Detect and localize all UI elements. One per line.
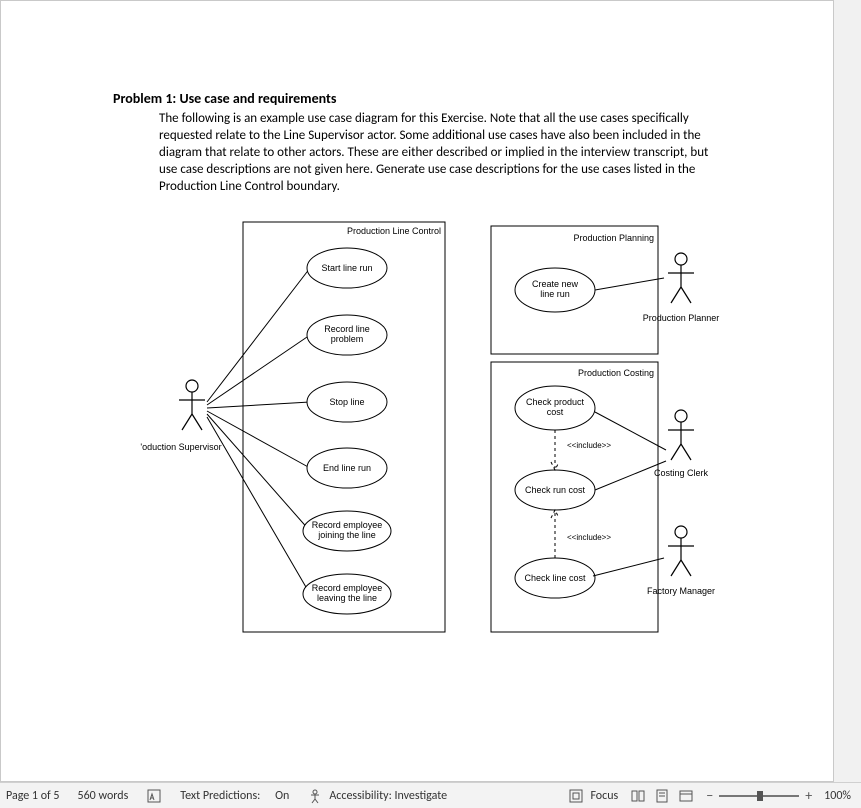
- status-word-count[interactable]: 560 words: [78, 789, 129, 803]
- assoc-manager-line: [593, 558, 664, 576]
- vertical-scrollbar[interactable]: [834, 0, 861, 782]
- actor-production-planner: [668, 253, 694, 303]
- actor-factory-manager: [668, 526, 694, 576]
- uc-check-line-cost: Check line cost: [515, 558, 595, 598]
- stereotype-include-1: <<include>>: [567, 441, 611, 450]
- svg-text:End line run: End line run: [323, 463, 371, 473]
- uc-check-run-cost: Check run cost: [515, 470, 595, 510]
- print-layout-icon[interactable]: [654, 788, 670, 804]
- actor-factory-manager-label: Factory Manager: [647, 586, 715, 596]
- status-accessibility[interactable]: Accessibility: Investigate: [307, 788, 447, 804]
- svg-text:leaving the line: leaving the line: [317, 593, 377, 603]
- zoom-slider-track[interactable]: [719, 795, 799, 797]
- zoom-slider-thumb[interactable]: [757, 791, 763, 801]
- svg-text:cost: cost: [547, 407, 564, 417]
- status-spellcheck[interactable]: [146, 788, 162, 804]
- svg-text:Start line run: Start line run: [321, 263, 372, 273]
- status-text-predictions-value: On: [275, 789, 289, 803]
- accessibility-icon: [307, 788, 323, 804]
- status-accessibility-label: Accessibility: Investigate: [329, 789, 447, 803]
- assoc-planner-create: [595, 278, 664, 290]
- actor-production-supervisor: [179, 380, 205, 430]
- include-product-to-run: [551, 430, 559, 470]
- boundary-line-control-label: Production Line Control: [347, 226, 441, 236]
- svg-text:Record line: Record line: [324, 324, 370, 334]
- zoom-out-button[interactable]: −: [706, 787, 713, 804]
- document-content: Problem 1: Use case and requirements The…: [0, 0, 834, 782]
- uc-stop-line: Stop line: [307, 382, 387, 422]
- svg-text:Create new: Create new: [532, 279, 579, 289]
- body-paragraph: The following is an example use case dia…: [159, 110, 719, 195]
- svg-text:line run: line run: [540, 289, 570, 299]
- boundary-planning-label: Production Planning: [573, 233, 654, 243]
- zoom-control[interactable]: − +: [706, 787, 812, 804]
- actor-production-planner-label: Production Planner: [643, 313, 720, 323]
- web-layout-icon[interactable]: [678, 788, 694, 804]
- svg-text:joining the line: joining the line: [317, 530, 376, 540]
- read-mode-icon[interactable]: [630, 788, 646, 804]
- svg-text:Record employee: Record employee: [312, 583, 383, 593]
- uc-record-line-problem: Record line problem: [307, 315, 387, 355]
- include-line-to-run: [551, 510, 559, 558]
- focus-mode-button[interactable]: Focus: [568, 788, 618, 804]
- zoom-level[interactable]: 100%: [824, 789, 851, 803]
- zoom-in-button[interactable]: +: [805, 787, 812, 804]
- actor-costing-clerk-label: Costing Clerk: [654, 468, 709, 478]
- svg-text:Check product: Check product: [526, 397, 585, 407]
- svg-text:Check line cost: Check line cost: [524, 573, 586, 583]
- uc-start-line-run: Start line run: [307, 248, 387, 288]
- supervisor-associations: [207, 268, 310, 594]
- uc-end-line-run: End line run: [307, 448, 387, 488]
- focus-icon: [568, 788, 584, 804]
- actor-costing-clerk: [668, 410, 694, 460]
- svg-text:Record employee: Record employee: [312, 520, 383, 530]
- status-text-predictions[interactable]: Text Predictions: On: [180, 789, 289, 803]
- spellcheck-icon: [146, 788, 162, 804]
- uc-record-employee-join: Record employee joining the line: [303, 511, 391, 551]
- use-case-diagram: Production Line Control Production Plann…: [135, 218, 745, 638]
- uc-record-employee-leave: Record employee leaving the line: [303, 574, 391, 614]
- status-bar: Page 1 of 5 560 words Text Predictions: …: [0, 782, 861, 808]
- status-page[interactable]: Page 1 of 5: [6, 789, 60, 803]
- boundary-costing-label: Production Costing: [578, 368, 654, 378]
- focus-label: Focus: [590, 789, 618, 803]
- stereotype-include-2: <<include>>: [567, 533, 611, 542]
- status-text-predictions-label: Text Predictions:: [180, 789, 260, 803]
- svg-text:problem: problem: [331, 334, 364, 344]
- heading-problem-1: Problem 1: Use case and requirements: [113, 90, 336, 107]
- uc-create-new-line-run: Create new line run: [515, 268, 595, 312]
- svg-text:Check run cost: Check run cost: [525, 485, 586, 495]
- svg-text:Stop line: Stop line: [329, 397, 364, 407]
- uc-check-product-cost: Check product cost: [515, 386, 595, 430]
- actor-production-supervisor-label: 'oduction Supervisor: [140, 442, 221, 452]
